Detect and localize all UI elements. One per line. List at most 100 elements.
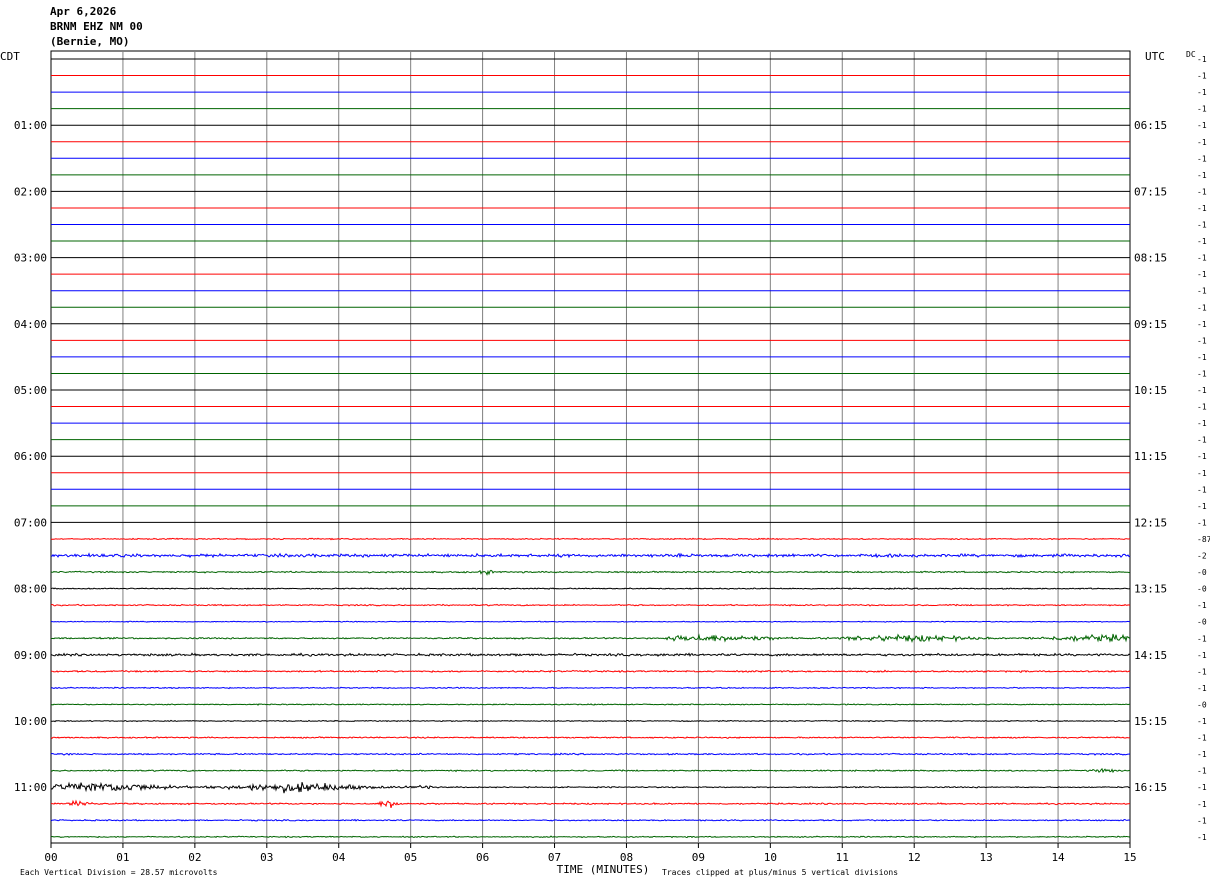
dc-offset-label: -1 xyxy=(1197,204,1207,213)
hour-label-right: 11:15 xyxy=(1134,450,1167,463)
hour-label-right: 15:15 xyxy=(1134,715,1167,728)
x-tick-label: 15 xyxy=(1123,851,1136,864)
dc-offset-label: -1 xyxy=(1197,369,1207,378)
dc-offset-label: -0 xyxy=(1197,568,1207,577)
trace-line xyxy=(50,633,1131,644)
trace-line xyxy=(50,781,1131,794)
trace-line xyxy=(50,669,1131,674)
dc-offset-label: -1 xyxy=(1197,783,1207,792)
trace-line xyxy=(50,537,1131,541)
trace-line xyxy=(50,835,1131,839)
dc-offset-label: -1 xyxy=(1197,72,1207,81)
dc-offset-label: -1 xyxy=(1197,816,1207,825)
dc-offset-label: -1 xyxy=(1197,254,1207,263)
hour-label-left: 09:00 xyxy=(14,649,47,662)
hour-label-right: 13:15 xyxy=(1134,583,1167,596)
x-tick-label: 12 xyxy=(908,851,921,864)
trace-line xyxy=(51,799,1130,809)
hour-label-left: 08:00 xyxy=(14,583,47,596)
dc-offset-label: -1 xyxy=(1197,518,1207,527)
trace-line xyxy=(50,620,1130,623)
trace-line xyxy=(50,569,1131,576)
x-tick-label: 06 xyxy=(476,851,489,864)
dc-offset-label: -1 xyxy=(1197,353,1207,362)
trace-line xyxy=(50,603,1131,607)
x-tick-label: 14 xyxy=(1051,851,1065,864)
footer-scale-note: Each Vertical Division = 28.57 microvolt… xyxy=(20,868,218,877)
dc-offset-label: -1 xyxy=(1197,651,1207,660)
dc-offset-label: -1 xyxy=(1197,221,1207,230)
plot-frame xyxy=(50,50,1131,844)
dc-offset-label: -1 xyxy=(1197,154,1207,163)
dc-offset-label: -1 xyxy=(1197,485,1207,494)
x-tick-label: 03 xyxy=(260,851,273,864)
dc-offset-label: -1 xyxy=(1197,734,1207,743)
dc-offset-label: -1 xyxy=(1197,237,1207,246)
x-axis-title: TIME (MINUTES) xyxy=(557,863,650,876)
hour-label-left: 02:00 xyxy=(14,185,47,198)
dc-offset-label: -1 xyxy=(1197,171,1207,180)
hour-label-left: 05:00 xyxy=(14,384,47,397)
hour-label-right: 07:15 xyxy=(1134,185,1167,198)
dc-offset-label: -1 xyxy=(1197,386,1207,395)
dc-offset-label: -1 xyxy=(1197,833,1207,842)
x-tick-label: 02 xyxy=(188,851,201,864)
dc-offset-label: -1 xyxy=(1197,667,1207,676)
x-tick-label: 13 xyxy=(980,851,993,864)
timezone-right: UTC xyxy=(1145,50,1165,63)
hour-label-left: 07:00 xyxy=(14,516,47,529)
trace-line xyxy=(50,686,1131,690)
hour-label-left: 04:00 xyxy=(14,318,47,331)
hour-label-right: 09:15 xyxy=(1134,318,1167,331)
dc-offset-label: -0 xyxy=(1197,618,1207,627)
trace-line xyxy=(50,703,1130,706)
hour-label-left: 11:00 xyxy=(14,781,47,794)
trace-line xyxy=(50,552,1131,559)
dc-offset-label: -1 xyxy=(1197,138,1207,147)
dc-offset-label: -1 xyxy=(1197,88,1207,97)
dc-offset-label: -1 xyxy=(1197,684,1207,693)
dc-offset-label: -1 xyxy=(1197,601,1207,610)
dc-offset-label: -1 xyxy=(1197,403,1207,412)
dc-offset-label: -1 xyxy=(1197,320,1207,329)
seismogram-chart: 01:00 06:15 02:00 07:15 03:00 08:15 04:00 09:15… xyxy=(0,50,1210,877)
x-tick-label: 05 xyxy=(404,851,417,864)
dc-offset-label: -2 xyxy=(1197,552,1207,561)
dc-offset-label: -1 xyxy=(1197,502,1207,511)
dc-offset-label: -1 xyxy=(1197,105,1207,114)
dc-offset-label: -1 xyxy=(1197,121,1207,130)
dc-offset-label: -1 xyxy=(1197,750,1207,759)
dc-offset-label: -1 xyxy=(1197,800,1207,809)
dc-offset-label: -87 xyxy=(1197,535,1210,544)
hour-label-right: 16:15 xyxy=(1134,781,1167,794)
dc-offset-label: -1 xyxy=(1197,419,1207,428)
trace-line xyxy=(50,587,1131,590)
timezone-left: CDT xyxy=(0,50,20,63)
trace-line xyxy=(50,767,1131,774)
seismogram-plot: Apr 6,2026 BRNM EHZ NM 00 (Bernie, MO) 0… xyxy=(0,0,1210,886)
hour-label-right: 08:15 xyxy=(1134,252,1167,265)
x-tick-label: 10 xyxy=(764,851,777,864)
dc-offset-label: -1 xyxy=(1197,55,1207,64)
dc-offset-label: -0 xyxy=(1197,700,1207,709)
dc-offset-label: -1 xyxy=(1197,336,1207,345)
footer-clip-note: Traces clipped at plus/minus 5 vertical … xyxy=(662,868,898,877)
hour-label-right: 12:15 xyxy=(1134,516,1167,529)
x-tick-label: 09 xyxy=(692,851,705,864)
trace-line xyxy=(50,719,1131,723)
x-tick-label: 11 xyxy=(836,851,849,864)
trace-line xyxy=(50,818,1131,822)
dc-offset-label: -1 xyxy=(1197,287,1207,296)
hour-label-right: 06:15 xyxy=(1134,119,1167,132)
trace-line xyxy=(50,736,1131,739)
dc-offset-label: -1 xyxy=(1197,767,1207,776)
trace-line xyxy=(50,752,1131,756)
dc-offset-label: -1 xyxy=(1197,187,1207,196)
dc-offset-label: -1 xyxy=(1197,469,1207,478)
hour-label-left: 06:00 xyxy=(14,450,47,463)
dc-offset-label: -1 xyxy=(1197,436,1207,445)
dc-label: DC xyxy=(1186,50,1196,59)
x-tick-label: 00 xyxy=(44,851,57,864)
dc-offset-label: -1 xyxy=(1197,452,1207,461)
hour-label-right: 14:15 xyxy=(1134,649,1167,662)
